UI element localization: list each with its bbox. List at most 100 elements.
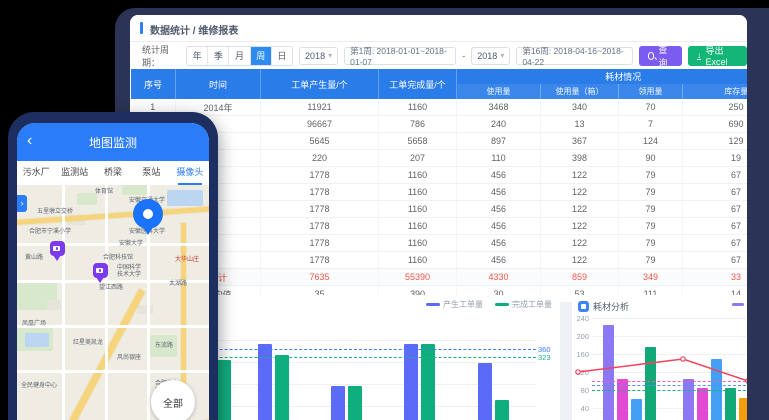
from-year-select[interactable]: 2018 ▾ <box>299 47 338 65</box>
table-cell: 67 <box>683 184 748 201</box>
reference-line-label: 323 <box>538 353 551 362</box>
table-cell: 19 <box>683 150 748 167</box>
camera-pin-tail <box>53 255 61 261</box>
query-button-label: 查询 <box>658 43 673 69</box>
table-cell: 1778 <box>261 167 379 184</box>
table-cell: 67 <box>683 252 748 269</box>
period-option-年[interactable]: 年 <box>187 47 207 65</box>
map-poi-label: 黄山路 <box>25 255 43 262</box>
camera-pin-tail <box>96 277 104 283</box>
range-separator: - <box>462 51 465 61</box>
table-cell: 122 <box>541 201 619 218</box>
map-poi-label: 五里墩立交桥 <box>37 209 73 216</box>
table-cell: 79 <box>619 184 683 201</box>
column-header: 工单完成量/个 <box>379 69 457 99</box>
map-poi-label: 合肥科技馆 <box>103 255 133 262</box>
legend-label: 产生工单量 <box>443 299 483 310</box>
table-cell: 367 <box>541 133 619 150</box>
map-poi-label: 合肥市宁溪小学 <box>29 229 71 236</box>
table-cell: 11921 <box>261 99 379 116</box>
table-cell: 122 <box>541 218 619 235</box>
table-cell: 7 <box>619 116 683 133</box>
legend-label: 完成工单量 <box>512 299 552 310</box>
period-option-日[interactable]: 日 <box>271 47 292 65</box>
table-cell: 456 <box>457 235 541 252</box>
table-cell: 456 <box>457 167 541 184</box>
phone-tab-桥梁[interactable]: 桥梁 <box>94 161 132 185</box>
dashboard-panel: 数据统计 / 维修报表 统计周期： 年季月周日 2018 ▾ 第1周: 2018… <box>130 15 747 420</box>
table-cell: 67 <box>683 201 748 218</box>
breadcrumb-bar: 数据统计 / 维修报表 <box>130 15 747 42</box>
table-cell: 456 <box>457 252 541 269</box>
trend-line-chart <box>578 355 747 420</box>
phone-tab-污水厂[interactable]: 污水厂 <box>17 161 55 185</box>
table-row: 12014年119211160346834070250 <box>131 99 748 116</box>
camera-pin[interactable] <box>50 241 65 256</box>
period-option-季[interactable]: 季 <box>207 47 228 65</box>
column-subheader: 领用量 <box>619 84 683 99</box>
map-poi-label: 望江西路 <box>99 285 123 292</box>
map-poi-label: 太湖路 <box>169 281 187 288</box>
table-cell: 67 <box>683 235 748 252</box>
table-cell: 1778 <box>261 235 379 252</box>
all-filter-button[interactable]: 全部 <box>151 380 195 420</box>
selected-camera-pin[interactable] <box>133 199 163 229</box>
column-subheader: 使用量 <box>457 84 541 99</box>
bar-完成工单量-2 <box>348 386 362 420</box>
from-week-input[interactable]: 第1周: 2018-01-01~2018-01-07 <box>344 47 456 65</box>
phone-tab-bar: 污水厂监测站桥梁泵站摄像头 <box>17 161 209 186</box>
column-subheader: 使用量（箱） <box>541 84 619 99</box>
map-poi-label: 全民健身中心 <box>21 383 57 390</box>
map-poi-label: 安徽大学 <box>119 241 143 248</box>
phone-page-title: 地图监测 <box>17 134 209 151</box>
period-option-周[interactable]: 周 <box>250 47 271 65</box>
map-view[interactable]: › 全部 五里墩立交桥体育馆安徽交通大学合肥市宁溪小学安徽医科大学黄山路安徽大学… <box>17 185 209 420</box>
table-cell: 110 <box>457 150 541 167</box>
phone-tab-监测站[interactable]: 监测站 <box>55 161 93 185</box>
table-row: 56455658897367124129 <box>131 133 748 150</box>
gridline <box>592 336 746 337</box>
table-cell: 129 <box>683 133 748 150</box>
column-header: 工单产生量/个 <box>261 69 379 99</box>
consumable-chart-legend-stub <box>732 303 744 306</box>
bar-完成工单量-1 <box>275 355 289 420</box>
table-cell: 79 <box>619 218 683 235</box>
map-expander-button[interactable]: › <box>17 195 27 212</box>
table-cell: 122 <box>541 252 619 269</box>
table-row: 2202071103989019 <box>131 150 748 167</box>
camera-pin[interactable] <box>93 263 108 278</box>
to-year-select[interactable]: 2018 ▾ <box>471 47 510 65</box>
export-excel-button[interactable]: ↓ 导出Excel <box>688 46 747 66</box>
calendar-caret-icon: ▾ <box>500 51 504 60</box>
consumable-chart-title: 耗材分析 <box>578 300 629 313</box>
y-axis-tick: 200 <box>571 332 589 341</box>
table-cell: 1160 <box>379 235 457 252</box>
map-building <box>137 305 153 314</box>
period-option-月[interactable]: 月 <box>228 47 249 65</box>
total-row: 合计763555390433085934933 <box>131 269 748 286</box>
table-cell: 13 <box>541 116 619 133</box>
phone-mockup: ‹ 地图监测 污水厂监测站桥梁泵站摄像头 <box>8 112 218 420</box>
table-cell: 96667 <box>261 116 379 133</box>
table-cell: 7635 <box>261 269 379 286</box>
phone-tab-泵站[interactable]: 泵站 <box>132 161 170 185</box>
table-cell: 1778 <box>261 201 379 218</box>
map-street <box>17 370 209 373</box>
table-header-row: 序号时间工单产生量/个工单完成量/个耗材情况 <box>131 69 748 84</box>
table-cell: 349 <box>619 269 683 286</box>
table-cell: 79 <box>619 167 683 184</box>
to-year-value: 2018 <box>477 51 497 61</box>
phone-tab-摄像头[interactable]: 摄像头 <box>171 161 209 185</box>
map-street <box>105 185 108 420</box>
table-cell: 122 <box>541 184 619 201</box>
bar-完成工单量-4 <box>495 400 509 420</box>
report-table: 序号时间工单产生量/个工单完成量/个耗材情况使用量使用量（箱）领用量库存量120… <box>130 69 747 303</box>
to-week-input[interactable]: 第16周: 2018-04-16~2018-04-22 <box>516 47 632 65</box>
map-poi-label: 技术大学 <box>117 272 141 279</box>
query-button[interactable]: 查询 <box>639 46 682 66</box>
table-cell: 79 <box>619 235 683 252</box>
table-cell: 240 <box>457 116 541 133</box>
table-cell: 33 <box>683 269 748 286</box>
column-header: 序号 <box>131 69 176 99</box>
chart-title-icon <box>578 301 589 312</box>
